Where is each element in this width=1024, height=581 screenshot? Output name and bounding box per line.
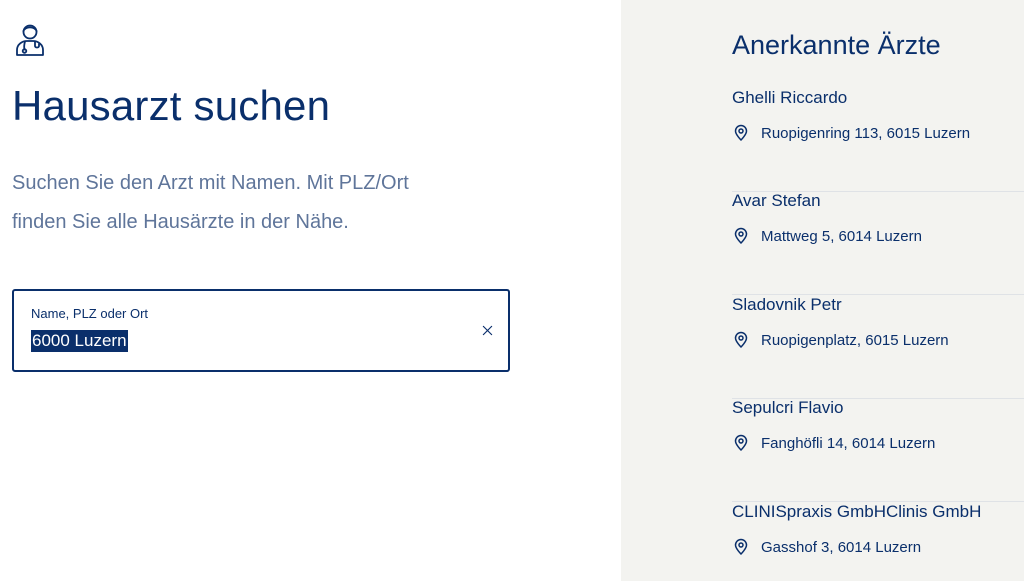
page-description: Suchen Sie den Arzt mit Namen. Mit PLZ/O… [12, 164, 532, 242]
result-address: Ruopigenring 113, 6015 Luzern [761, 124, 971, 142]
search-panel: Hausarzt suchen Suchen Sie den Arzt mit … [0, 0, 621, 581]
result-address: Fanghöfli 14, 6014 Luzern [761, 434, 936, 452]
description-line-1: Suchen Sie den Arzt mit Namen. Mit PLZ/O… [12, 172, 409, 194]
result-item[interactable]: Sladovnik Petr Ruopigenplatz, 6015 Luzer… [732, 295, 1024, 399]
location-pin-icon [732, 124, 750, 142]
result-name[interactable]: CLINISpraxis GmbHClinis GmbH [732, 502, 981, 522]
result-item[interactable]: Sepulcri Flavio Fanghöfli 14, 6014 Luzer… [732, 398, 1024, 502]
location-pin-icon [732, 227, 750, 245]
location-pin-icon [732, 434, 750, 452]
page-title: Hausarzt suchen [12, 82, 331, 129]
result-item[interactable]: Avar Stefan Mattweg 5, 6014 Luzern [732, 191, 1024, 295]
result-item[interactable]: Ghelli Riccardo Ruopigenring 113, 6015 L… [732, 88, 1024, 192]
doctor-icon [12, 22, 48, 58]
result-address: Gasshof 3, 6014 Luzern [761, 538, 922, 556]
location-pin-icon [732, 538, 750, 556]
result-address-row: Ruopigenplatz, 6015 Luzern [732, 331, 949, 349]
close-icon[interactable] [478, 321, 496, 339]
result-name[interactable]: Sladovnik Petr [732, 295, 842, 315]
location-pin-icon [732, 331, 750, 349]
result-address-row: Fanghöfli 14, 6014 Luzern [732, 434, 935, 452]
result-name[interactable]: Avar Stefan [732, 191, 821, 211]
result-name[interactable]: Ghelli Riccardo [732, 88, 847, 108]
search-input[interactable]: 6000 Luzern [31, 330, 128, 352]
result-address-row: Ruopigenring 113, 6015 Luzern [732, 124, 970, 142]
result-address: Mattweg 5, 6014 Luzern [761, 227, 922, 245]
result-address: Ruopigenplatz, 6015 Luzern [761, 331, 949, 349]
result-address-row: Gasshof 3, 6014 Luzern [732, 538, 921, 556]
results-panel: Anerkannte Ärzte Ghelli Riccardo Ruopige… [621, 0, 1024, 581]
result-address-row: Mattweg 5, 6014 Luzern [732, 227, 922, 245]
result-item[interactable]: CLINISpraxis GmbHClinis GmbH Gasshof 3, … [732, 502, 1024, 581]
page: Hausarzt suchen Suchen Sie den Arzt mit … [0, 0, 1024, 581]
result-name[interactable]: Sepulcri Flavio [732, 398, 844, 418]
search-field-label: Name, PLZ oder Ort [31, 306, 149, 321]
results-title: Anerkannte Ärzte [732, 30, 941, 60]
search-field[interactable]: Name, PLZ oder Ort 6000 Luzern [12, 289, 510, 372]
description-line-2: finden Sie alle Hausärzte in der Nähe. [12, 211, 349, 233]
